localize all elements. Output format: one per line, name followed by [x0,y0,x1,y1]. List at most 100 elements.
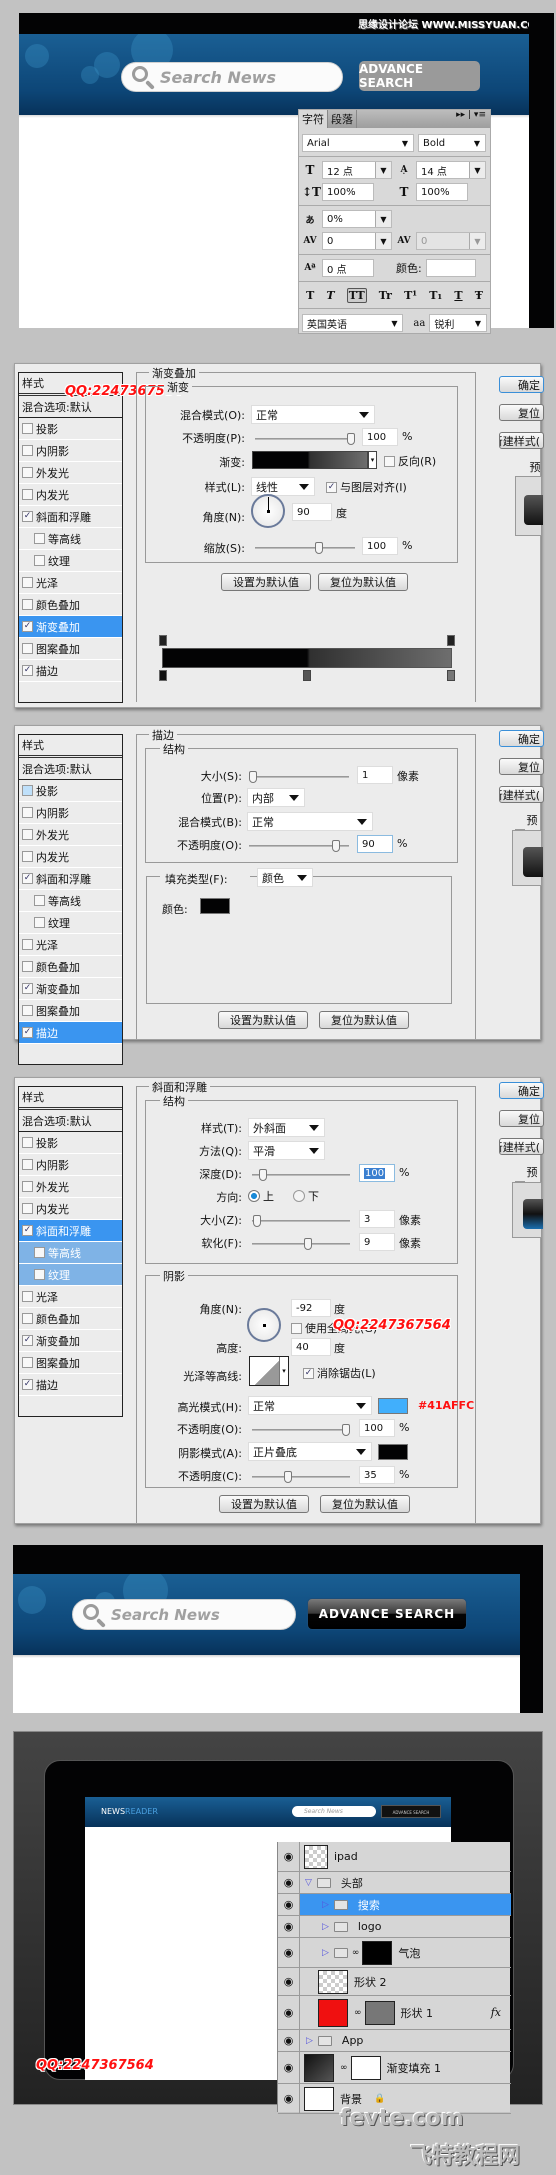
size-slider[interactable] [249,771,349,783]
style-item[interactable]: 光泽 [19,1286,122,1308]
style-item-checkbox[interactable] [22,807,33,818]
opacity-slider[interactable] [255,433,355,445]
expand-triangle-icon[interactable]: ▷ [322,1948,329,1958]
style-item-checkbox[interactable] [22,1005,33,1016]
style-item[interactable]: ✓ 描边 [19,1022,122,1044]
underline-button[interactable]: T [454,289,462,302]
style-item[interactable]: 等高线 [19,528,122,550]
layer-row[interactable]: ◉ ▷ 搜索 [278,1894,511,1916]
set-default-button[interactable]: 设置为默认值 [221,573,311,591]
style-item[interactable]: 光泽 [19,572,122,594]
style-item-checkbox[interactable] [22,643,33,654]
scale-slider[interactable] [255,542,355,554]
style-item-blending-options[interactable]: 混合选项:默认 [19,1110,122,1132]
style-item-checkbox[interactable]: ✓ [22,1225,33,1236]
style-item[interactable]: ✓ 描边 [19,660,122,682]
style-item-checkbox[interactable] [22,829,33,840]
depth-field[interactable]: 100 [359,1164,395,1182]
baseline-shift-field[interactable]: 0 点 [322,259,374,277]
style-item[interactable]: 内发光 [19,846,122,868]
style-item[interactable]: 内阴影 [19,802,122,824]
style-item-checkbox[interactable] [22,1203,33,1214]
style-item-checkbox[interactable] [22,1357,33,1368]
style-item[interactable]: 图案叠加 [19,1352,122,1374]
highlight-mode-select[interactable]: 正常 [248,1396,372,1415]
style-item-checkbox[interactable]: ✓ [22,983,33,994]
leading-field[interactable]: 14 点 ▼ [416,161,486,179]
opacity-stop-right[interactable] [447,635,455,646]
style-item-checkbox[interactable] [34,917,45,928]
layer-row[interactable]: ◉ ▷ logo [278,1916,511,1938]
style-item[interactable]: 颜色叠加 [19,956,122,978]
technique-select[interactable]: 平滑 [248,1141,325,1160]
reverse-checkbox[interactable]: 反向(R) [384,453,436,469]
search-news-input[interactable]: Search News [121,62,343,92]
style-item-checkbox[interactable]: ✓ [22,1027,33,1038]
style-item-checkbox[interactable]: ✓ [22,1335,33,1346]
mini-advance-button[interactable]: ADVANCE SEARCH [381,1805,441,1818]
layer-row[interactable]: ◉ ▽ 头部 [278,1872,511,1894]
style-item[interactable]: 外发光 [19,462,122,484]
style-item-checkbox[interactable]: ✓ [22,1379,33,1390]
direction-up-radio[interactable]: 上 [248,1188,274,1204]
tracking-field[interactable]: 0 ▼ [416,232,486,250]
style-item[interactable]: 纹理 [19,912,122,934]
advance-search-button[interactable]: ADVANCE SEARCH [359,61,480,91]
gloss-contour-picker[interactable]: ▾ [249,1356,289,1386]
kerning-field[interactable]: 0 ▼ [322,232,392,250]
soften-field[interactable]: 9 [359,1233,395,1251]
style-item-checkbox[interactable] [22,1137,33,1148]
highlight-color-swatch[interactable] [378,1398,408,1414]
style-item[interactable]: 颜色叠加 [19,1308,122,1330]
font-family-select[interactable]: Arial ▼ [302,134,414,152]
visibility-eye-icon[interactable]: ◉ [278,1938,300,1967]
angle-field[interactable]: -92 [291,1299,331,1317]
stroke-color-swatch[interactable] [200,898,230,914]
layer-row[interactable]: ◉ ▷ App [278,2030,511,2052]
visibility-eye-icon[interactable]: ◉ [278,1996,300,2029]
soften-slider[interactable] [252,1238,350,1250]
style-item-checkbox[interactable] [22,1313,33,1324]
vertical-scale-field[interactable]: 100% [322,183,374,201]
tab-character[interactable]: 字符 [299,110,328,128]
reset-default-button[interactable]: 复位为默认值 [318,573,408,591]
style-item-checkbox[interactable] [22,1291,33,1302]
expand-triangle-icon[interactable]: ▷ [306,2036,313,2046]
style-item[interactable]: ✓ 渐变叠加 [19,978,122,1000]
new-style-button[interactable]: 新建样式( [499,786,544,803]
shadow-opacity-slider[interactable] [252,1471,350,1483]
opacity-slider[interactable] [249,840,349,852]
style-item[interactable]: 图案叠加 [19,1000,122,1022]
opacity-stop-left[interactable] [159,635,167,646]
style-item[interactable]: 投影 [19,780,122,802]
style-item-blending-options[interactable]: 混合选项:默认 [19,758,122,780]
style-item-checkbox[interactable] [34,533,45,544]
expand-triangle-icon[interactable]: ▷ [322,1900,329,1910]
blend-mode-select[interactable]: 正常 [247,812,373,831]
style-item-checkbox[interactable] [34,555,45,566]
color-stop-mid[interactable] [303,670,311,681]
faux-italic-button[interactable]: T [326,289,334,302]
blend-mode-select[interactable]: 正常 [251,405,375,424]
set-default-button[interactable]: 设置为默认值 [218,1011,308,1029]
set-default-button[interactable]: 设置为默认值 [219,1495,309,1513]
style-item[interactable]: 投影 [19,1132,122,1154]
scale-field[interactable]: 100 [362,537,398,555]
style-item-checkbox[interactable] [22,423,33,434]
superscript-button[interactable]: T¹ [404,289,417,302]
font-style-select[interactable]: Bold ▼ [418,134,486,152]
style-item[interactable]: 内阴影 [19,1154,122,1176]
collapse-triangle-icon[interactable]: ▽ [305,1878,312,1888]
size-slider[interactable] [252,1215,350,1227]
gradient-dropdown-button[interactable]: ▾ [368,451,377,469]
size-field[interactable]: 3 [359,1210,395,1228]
color-stop-left[interactable] [159,670,167,681]
style-item[interactable]: 等高线 [19,1242,122,1264]
style-item[interactable]: 内发光 [19,1198,122,1220]
fx-icon[interactable]: fx [491,2006,501,2019]
subscript-button[interactable]: T₁ [429,289,442,302]
opacity-field[interactable]: 90 [357,835,393,853]
style-item-checkbox[interactable] [22,445,33,456]
ok-button[interactable]: 确定 [499,376,544,393]
shadow-color-swatch[interactable] [378,1444,408,1460]
